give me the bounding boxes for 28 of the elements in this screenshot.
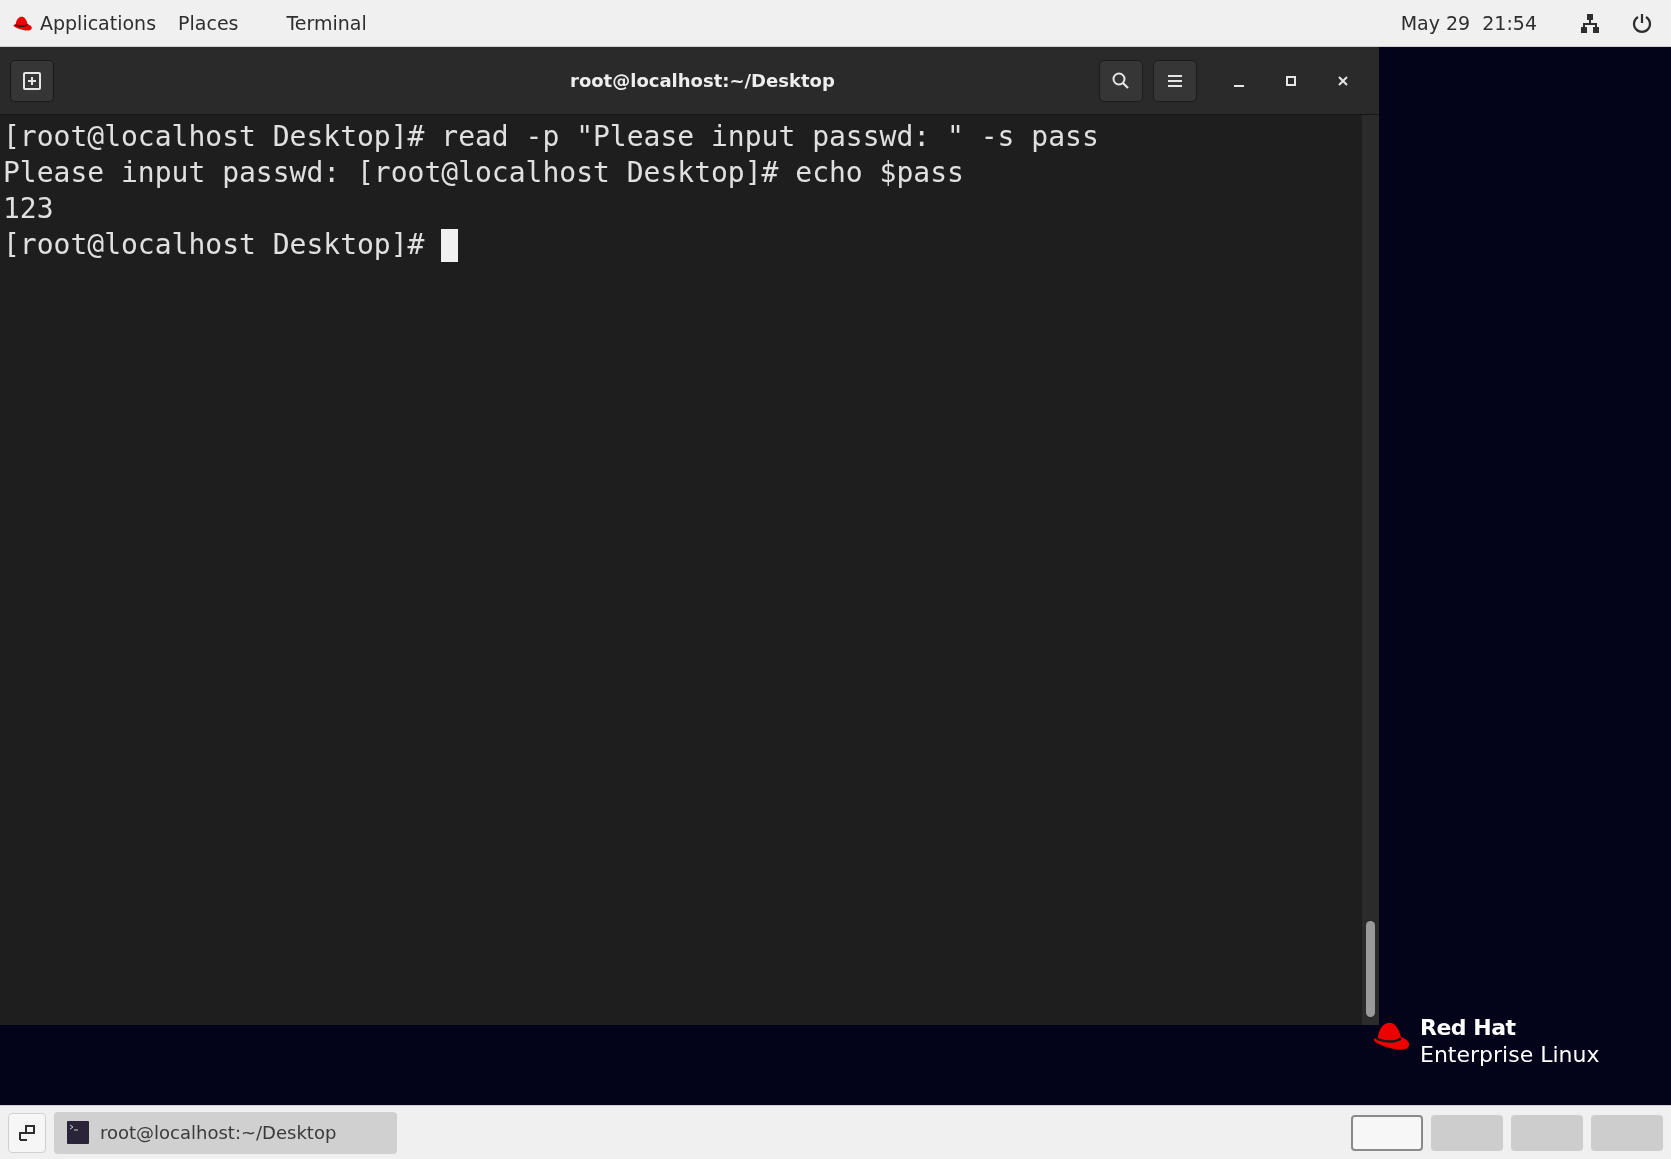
power-icon[interactable] bbox=[1631, 12, 1653, 34]
menu-item[interactable]: Places bbox=[178, 8, 239, 38]
workspace-button[interactable] bbox=[1351, 1114, 1423, 1151]
maximize-icon bbox=[1284, 73, 1298, 88]
show-desktop-button[interactable] bbox=[8, 1112, 46, 1153]
window-title: root@localhost:~/Desktop bbox=[570, 69, 835, 93]
search-icon bbox=[1111, 70, 1131, 91]
terminal-icon bbox=[66, 1119, 90, 1146]
minimize-icon bbox=[1234, 84, 1244, 87]
menu-button[interactable] bbox=[1153, 59, 1197, 102]
network-icon[interactable] bbox=[1579, 12, 1601, 34]
new-tab-icon bbox=[22, 70, 42, 91]
taskbar-window-button[interactable]: root@localhost:~/Desktop bbox=[54, 1111, 397, 1154]
brand-name: Red Hat bbox=[1420, 1014, 1517, 1041]
menu-icon bbox=[1166, 72, 1184, 89]
terminal-line: Please input passwd: [root@localhost Desktop]# echo $pass bbox=[3, 155, 964, 191]
clock[interactable]: May 29 21:54 bbox=[1400, 8, 1537, 38]
new-tab-button[interactable] bbox=[10, 59, 54, 102]
windows-icon bbox=[18, 1123, 36, 1142]
close-icon bbox=[1336, 73, 1350, 88]
menu-item[interactable]: Terminal bbox=[286, 8, 367, 38]
product-name: Enterprise Linux bbox=[1420, 1041, 1600, 1068]
terminal-line: 123 bbox=[3, 191, 54, 227]
terminal-line: [root@localhost Desktop]# bbox=[3, 227, 425, 263]
scrollbar-thumb[interactable] bbox=[1366, 921, 1375, 1017]
search-button[interactable] bbox=[1099, 59, 1143, 102]
menu-item[interactable]: Applications bbox=[40, 8, 157, 38]
terminal-line: [root@localhost Desktop]# read -p "Please input passwd: " -s pass bbox=[3, 119, 1099, 155]
